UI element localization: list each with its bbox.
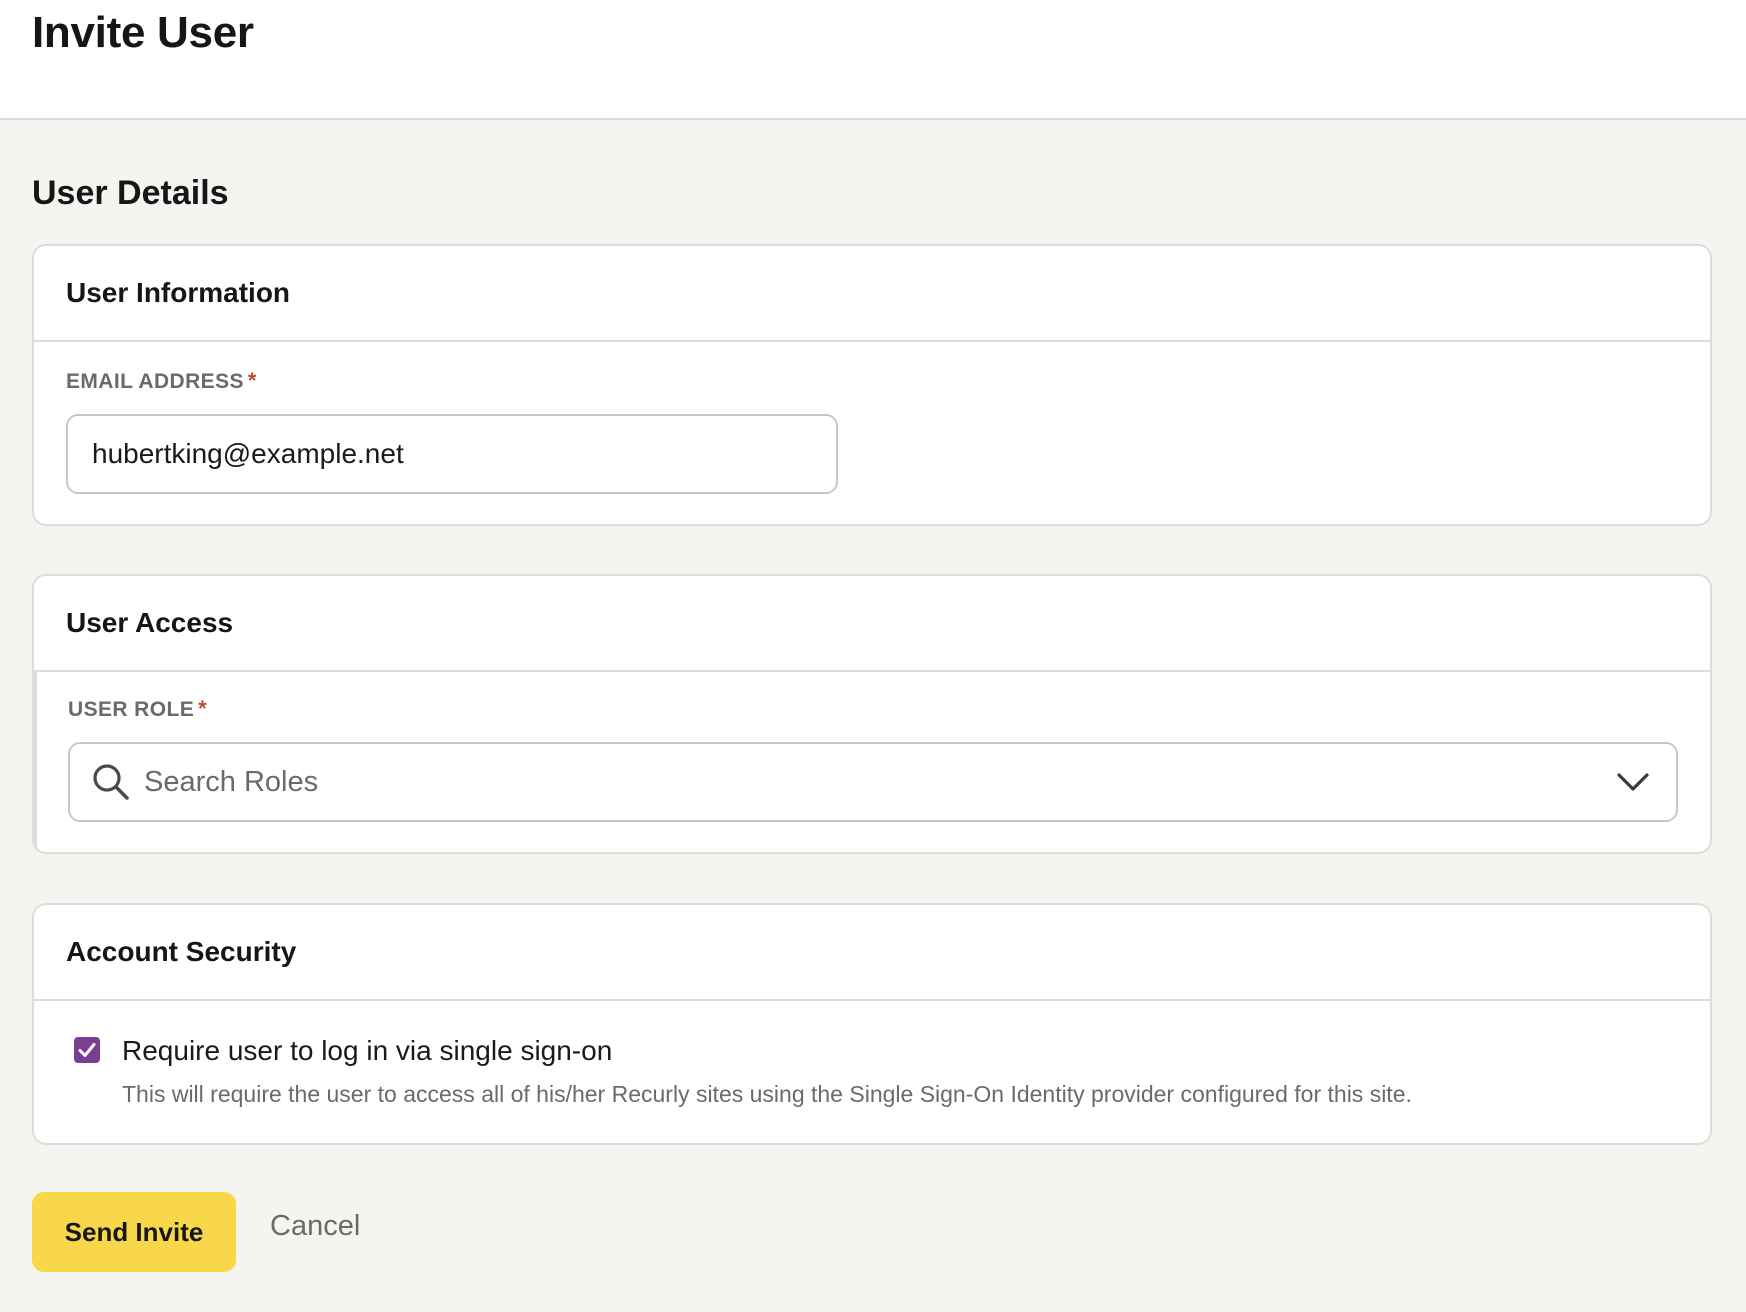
sso-help-text: This will require the user to access all… bbox=[122, 1081, 1412, 1107]
user-access-card: User Access USER ROLE * Search Roles bbox=[32, 574, 1712, 854]
account-security-card: Account Security Require user to log in … bbox=[32, 903, 1712, 1145]
account-security-title: Account Security bbox=[66, 936, 297, 967]
account-security-card-header: Account Security bbox=[34, 905, 1710, 1001]
role-label: USER ROLE bbox=[68, 698, 195, 721]
page-header: Invite User bbox=[0, 0, 1746, 120]
required-marker: * bbox=[247, 368, 257, 393]
role-label-row: USER ROLE * bbox=[68, 696, 207, 722]
send-invite-button[interactable]: Send Invite bbox=[32, 1192, 236, 1272]
user-information-title: User Information bbox=[66, 277, 291, 308]
user-access-card-header: User Access bbox=[34, 576, 1710, 672]
search-icon bbox=[92, 763, 130, 801]
email-label: EMAIL ADDRESS bbox=[66, 370, 244, 393]
user-information-card-header: User Information bbox=[34, 246, 1710, 342]
chevron-down-icon[interactable] bbox=[1616, 770, 1650, 794]
email-label-row: EMAIL ADDRESS * bbox=[66, 368, 256, 394]
section-title: User Details bbox=[32, 174, 229, 212]
cancel-button[interactable]: Cancel bbox=[270, 1210, 360, 1243]
sso-checkbox[interactable] bbox=[74, 1037, 100, 1063]
user-information-card: User Information EMAIL ADDRESS * bbox=[32, 244, 1712, 526]
required-marker: * bbox=[198, 696, 207, 721]
role-select[interactable]: Search Roles bbox=[68, 742, 1678, 822]
email-field[interactable] bbox=[66, 414, 838, 494]
check-icon bbox=[78, 1043, 96, 1057]
role-search-placeholder: Search Roles bbox=[144, 765, 319, 798]
focus-edge bbox=[34, 672, 37, 852]
sso-option: Require user to log in via single sign-o… bbox=[34, 1001, 1710, 1143]
user-access-title: User Access bbox=[66, 607, 234, 638]
sso-label[interactable]: Require user to log in via single sign-o… bbox=[122, 1035, 612, 1067]
page-title: Invite User bbox=[32, 8, 254, 57]
